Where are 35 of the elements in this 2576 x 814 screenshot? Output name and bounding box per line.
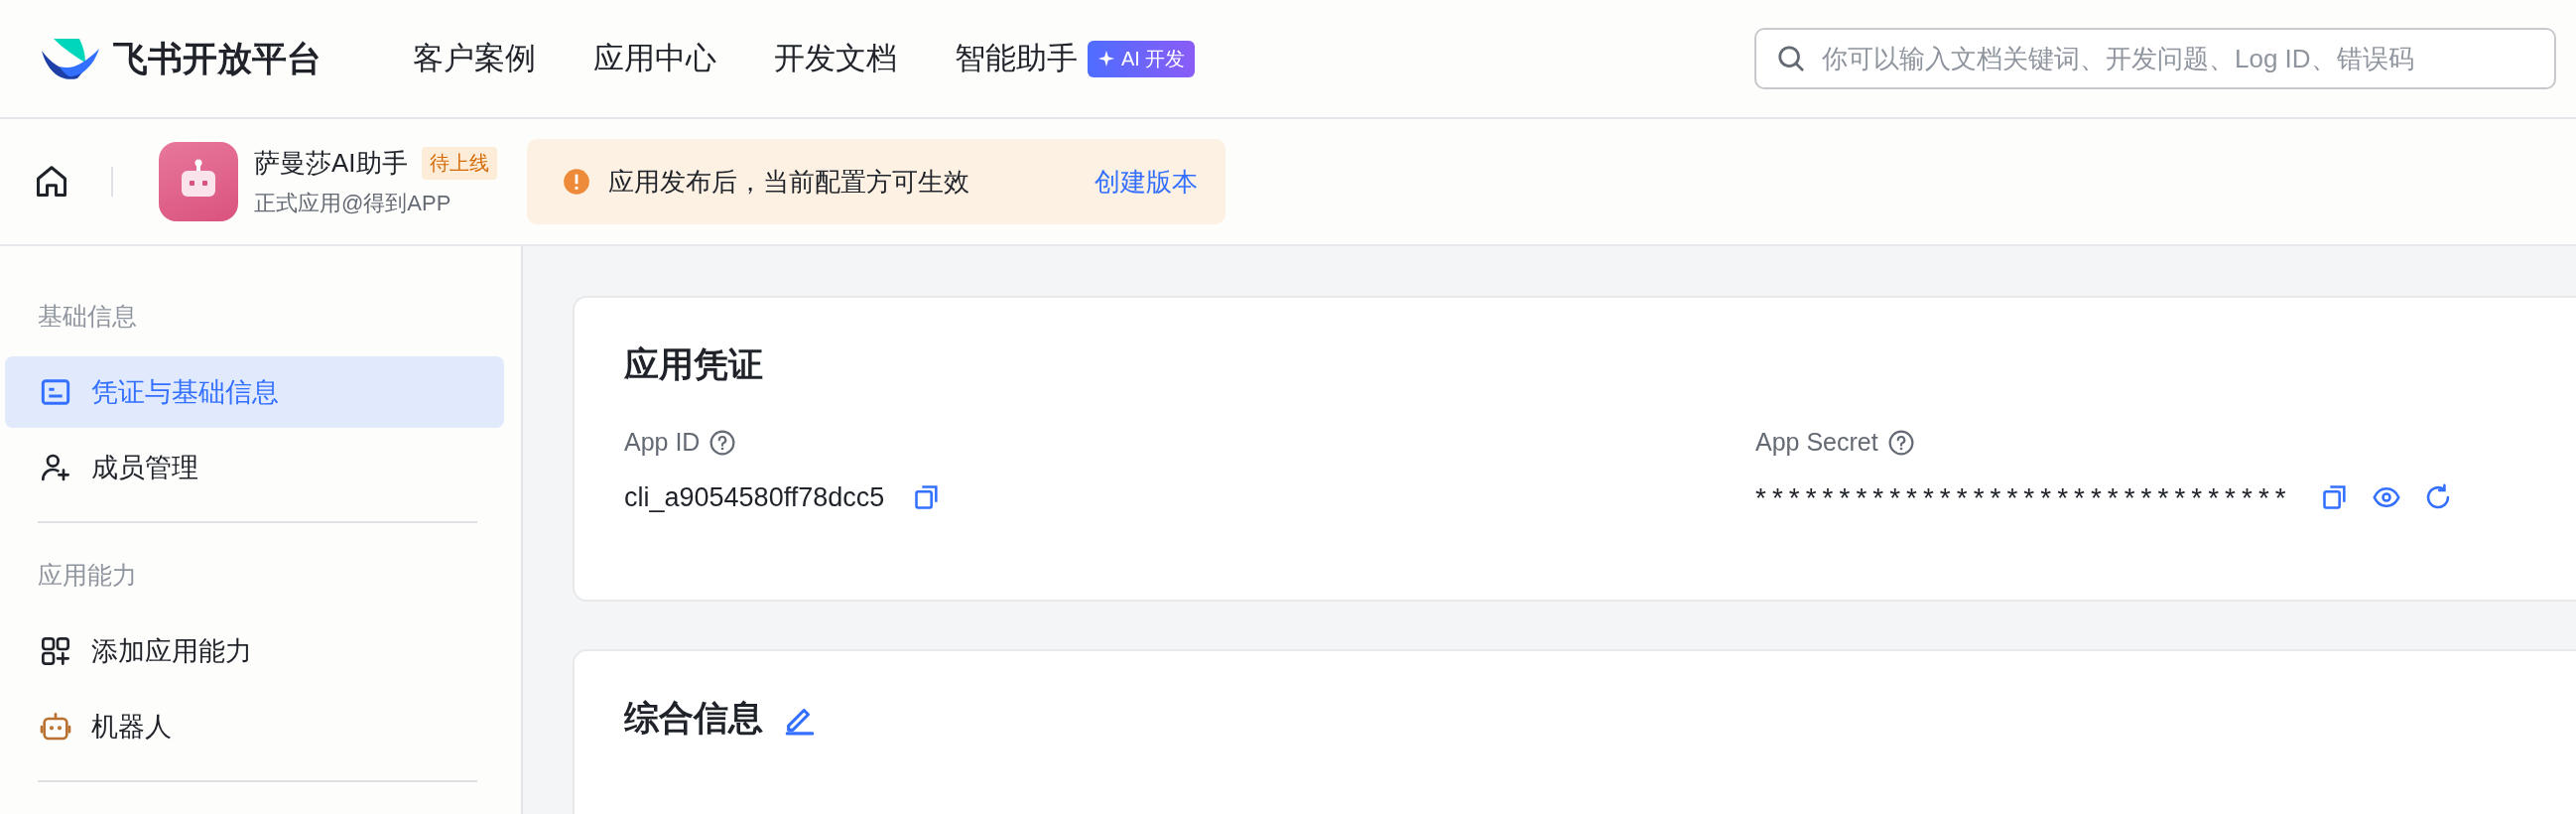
create-version-link[interactable]: 创建版本: [1094, 164, 1198, 200]
logo-text: 飞书开放平台: [113, 37, 322, 79]
field-value: cli_a9054580ff78dcc5: [624, 482, 885, 513]
logo-icon: [40, 37, 101, 80]
sidebar-item[interactable]: 机器人: [5, 691, 504, 762]
help-icon[interactable]: [1887, 429, 1914, 456]
section-title: 应用能力: [37, 560, 138, 591]
card-title: 应用凭证: [624, 343, 763, 385]
ai-badge: AI 开发: [1088, 40, 1196, 77]
app-icon: [159, 142, 238, 221]
user-add-icon: [40, 452, 71, 483]
card-icon: [40, 376, 71, 408]
app-subtitle: 正式应用@得到APP: [254, 189, 452, 217]
home-icon[interactable]: [34, 164, 69, 200]
nav-link[interactable]: 应用中心: [593, 38, 716, 79]
field-label: App ID: [624, 428, 701, 457]
help-icon[interactable]: [709, 429, 736, 456]
robot-icon: [40, 711, 71, 743]
search-icon: [1776, 44, 1806, 73]
sidebar-item[interactable]: 添加应用能力: [5, 615, 504, 687]
nav-link[interactable]: 智能助手 AI 开发: [955, 38, 1196, 79]
card-title: 综合信息: [624, 697, 763, 739]
notice-text: 应用发布后，当前配置方可生效: [607, 165, 969, 199]
nav-link[interactable]: 开发文档: [774, 38, 897, 79]
field-label: App Secret: [1755, 428, 1878, 457]
section-title: 基础信息: [37, 301, 138, 332]
warning-icon: [562, 168, 590, 196]
field-value: ********************************: [1755, 482, 2292, 514]
nav-link[interactable]: 客户案例: [413, 38, 536, 79]
sidebar-item[interactable]: 凭证与基础信息: [5, 356, 504, 428]
sidebar-item[interactable]: 成员管理: [5, 432, 504, 503]
apps-add-icon: [40, 635, 71, 667]
app-name: 萨曼莎AI助手: [254, 146, 408, 180]
status-badge: 待上线: [421, 146, 497, 180]
search-field[interactable]: 你可以输入文档关键词、开发问题、Log ID、错误码: [1754, 28, 2556, 89]
